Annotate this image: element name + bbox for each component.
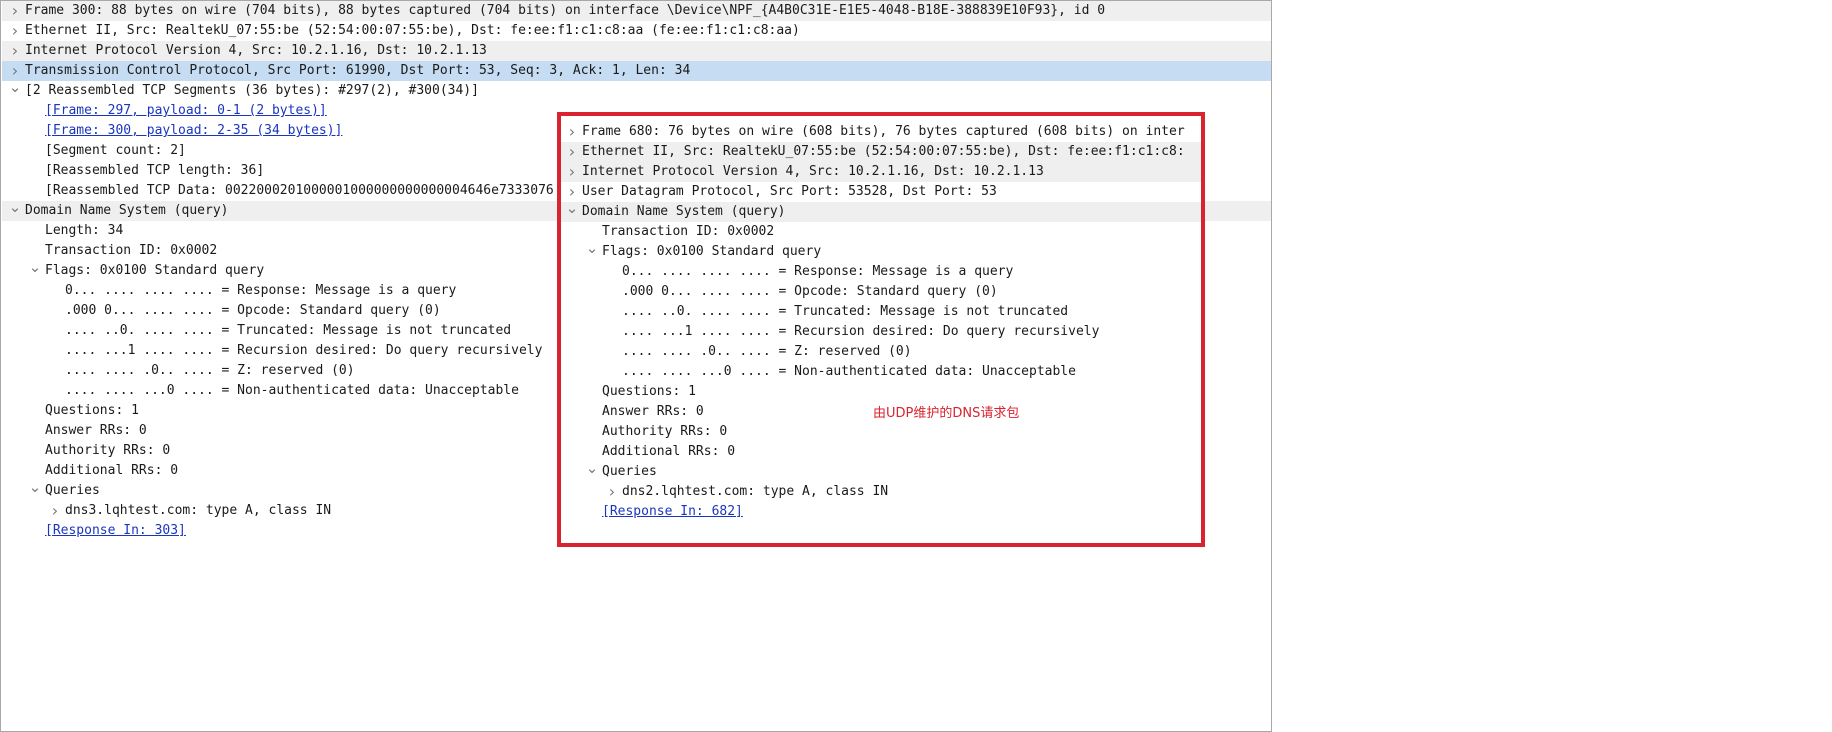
tree-row-label: Domain Name System (query) <box>25 203 229 218</box>
tree-row[interactable]: Transmission Control Protocol, Src Port:… <box>2 61 1271 81</box>
chevron-right-icon[interactable] <box>605 482 619 502</box>
chevron-right-icon[interactable] <box>565 162 579 182</box>
tree-row-label: dns3.lqhtest.com: type A, class IN <box>65 503 332 518</box>
tree-row[interactable]: Frame 680: 76 bytes on wire (608 bits), … <box>561 122 1201 142</box>
tree-row-label: 0... .... .... .... = Response: Message … <box>622 264 1014 279</box>
tree-row[interactable]: Ethernet II, Src: RealtekU_07:55:be (52:… <box>2 21 1271 41</box>
frame-reference-link[interactable]: [Frame: 300, payload: 2-35 (34 bytes)] <box>45 121 342 141</box>
chevron-down-icon[interactable] <box>585 462 599 482</box>
tree-row[interactable]: .... ..0. .... .... = Truncated: Message… <box>561 302 1201 322</box>
chevron-down-icon[interactable] <box>8 81 22 101</box>
tree-row-label: [Reassembled TCP length: 36] <box>45 163 265 178</box>
chevron-down-icon[interactable] <box>585 242 599 262</box>
tree-row-label: Transmission Control Protocol, Src Port:… <box>25 63 691 78</box>
tree-row-label: Length: 34 <box>45 223 124 238</box>
frame-reference-link[interactable]: [Frame: 297, payload: 0-1 (2 bytes)] <box>45 101 327 121</box>
tree-row[interactable]: .... .... .0.. .... = Z: reserved (0) <box>561 342 1201 362</box>
annotation-note: 由UDP维护的DNS请求包 <box>873 406 1020 421</box>
tree-row[interactable]: dns2.lqhtest.com: type A, class IN <box>561 482 1201 502</box>
tree-row[interactable]: Authority RRs: 0 <box>561 422 1201 442</box>
chevron-right-icon[interactable] <box>48 501 62 521</box>
tree-row-label: Additional RRs: 0 <box>602 444 736 459</box>
tree-row-label: [2 Reassembled TCP Segments (36 bytes): … <box>25 83 479 98</box>
chevron-right-icon[interactable] <box>565 122 579 142</box>
tree-row-label: .... ..0. .... .... = Truncated: Message… <box>622 304 1069 319</box>
tree-row-label: Domain Name System (query) <box>582 204 786 219</box>
tree-row-label: Ethernet II, Src: RealtekU_07:55:be (52:… <box>25 23 800 38</box>
tree-row[interactable]: User Datagram Protocol, Src Port: 53528,… <box>561 182 1201 202</box>
tree-row-label: [Segment count: 2] <box>45 143 186 158</box>
tree-row[interactable]: [Response In: 682] <box>561 502 1201 522</box>
tree-row-label: [Reassembled TCP Data: 00220002010000010… <box>45 183 554 198</box>
tree-row-label: Frame 300: 88 bytes on wire (704 bits), … <box>25 3 1106 18</box>
chevron-right-icon[interactable] <box>8 1 22 21</box>
tree-row-label: Queries <box>45 483 100 498</box>
tree-row[interactable]: Domain Name System (query) <box>561 202 1201 222</box>
chevron-down-icon[interactable] <box>8 201 22 221</box>
tree-row[interactable]: Questions: 1 <box>561 382 1201 402</box>
chevron-right-icon[interactable] <box>565 142 579 162</box>
chevron-right-icon[interactable] <box>8 21 22 41</box>
chevron-right-icon[interactable] <box>8 41 22 61</box>
tree-row-label: .... .... .0.. .... = Z: reserved (0) <box>622 344 912 359</box>
tree-row-label: .... ...1 .... .... = Recursion desired:… <box>65 343 543 358</box>
tree-row-label: Transaction ID: 0x0002 <box>602 224 775 239</box>
tree-row-label: Authority RRs: 0 <box>45 443 171 458</box>
tree-row-label: .000 0... .... .... = Opcode: Standard q… <box>622 284 998 299</box>
tree-row-label: Queries <box>602 464 657 479</box>
tree-row[interactable]: Internet Protocol Version 4, Src: 10.2.1… <box>561 162 1201 182</box>
tree-row-label: 0... .... .... .... = Response: Message … <box>65 283 457 298</box>
tree-row-label: Frame 680: 76 bytes on wire (608 bits), … <box>582 124 1185 139</box>
tree-row-label: .... .... ...0 .... = Non-authenticated … <box>65 383 519 398</box>
tree-row[interactable]: Flags: 0x0100 Standard query <box>561 242 1201 262</box>
tree-row-label: Internet Protocol Version 4, Src: 10.2.1… <box>25 43 487 58</box>
tree-row-label: Answer RRs: 0 <box>45 423 147 438</box>
udp-dns-packet-details-overlay: Frame 680: 76 bytes on wire (608 bits), … <box>557 112 1205 547</box>
tree-row-label: Internet Protocol Version 4, Src: 10.2.1… <box>582 164 1044 179</box>
tree-row[interactable]: .... .... ...0 .... = Non-authenticated … <box>561 362 1201 382</box>
tree-row-label: .... ...1 .... .... = Recursion desired:… <box>622 324 1100 339</box>
tree-row-label: .... ..0. .... .... = Truncated: Message… <box>65 323 512 338</box>
tree-row-label: .... .... .0.. .... = Z: reserved (0) <box>65 363 355 378</box>
chevron-down-icon[interactable] <box>565 202 579 222</box>
tree-row-label: Flags: 0x0100 Standard query <box>45 263 265 278</box>
tree-row-label: .000 0... .... .... = Opcode: Standard q… <box>65 303 441 318</box>
tree-row-label: Flags: 0x0100 Standard query <box>602 244 822 259</box>
tree-row[interactable]: Frame 300: 88 bytes on wire (704 bits), … <box>2 1 1271 21</box>
tree-row-label: User Datagram Protocol, Src Port: 53528,… <box>582 184 997 199</box>
tree-row[interactable]: [2 Reassembled TCP Segments (36 bytes): … <box>2 81 1271 101</box>
tree-row-label: Ethernet II, Src: RealtekU_07:55:be (52:… <box>582 144 1185 159</box>
tree-row[interactable]: Internet Protocol Version 4, Src: 10.2.1… <box>2 41 1271 61</box>
tree-row-label: Additional RRs: 0 <box>45 463 179 478</box>
tree-row[interactable]: Ethernet II, Src: RealtekU_07:55:be (52:… <box>561 142 1201 162</box>
chevron-down-icon[interactable] <box>28 481 42 501</box>
tree-row-label: Questions: 1 <box>602 384 696 399</box>
tree-row-label: Authority RRs: 0 <box>602 424 728 439</box>
tree-row-label: Questions: 1 <box>45 403 139 418</box>
tree-row[interactable]: Queries <box>561 462 1201 482</box>
tree-row[interactable]: Additional RRs: 0 <box>561 442 1201 462</box>
tree-row-label: dns2.lqhtest.com: type A, class IN <box>622 484 889 499</box>
tree-row-label: .... .... ...0 .... = Non-authenticated … <box>622 364 1076 379</box>
tree-row-label: Answer RRs: 0 <box>602 404 704 419</box>
tree-row[interactable]: 0... .... .... .... = Response: Message … <box>561 262 1201 282</box>
tree-row[interactable]: .000 0... .... .... = Opcode: Standard q… <box>561 282 1201 302</box>
tree-row-label: Transaction ID: 0x0002 <box>45 243 218 258</box>
frame-reference-link[interactable]: [Response In: 682] <box>602 502 743 522</box>
tree-row[interactable]: Transaction ID: 0x0002 <box>561 222 1201 242</box>
chevron-down-icon[interactable] <box>28 261 42 281</box>
tree-row[interactable]: .... ...1 .... .... = Recursion desired:… <box>561 322 1201 342</box>
frame-reference-link[interactable]: [Response In: 303] <box>45 521 186 541</box>
